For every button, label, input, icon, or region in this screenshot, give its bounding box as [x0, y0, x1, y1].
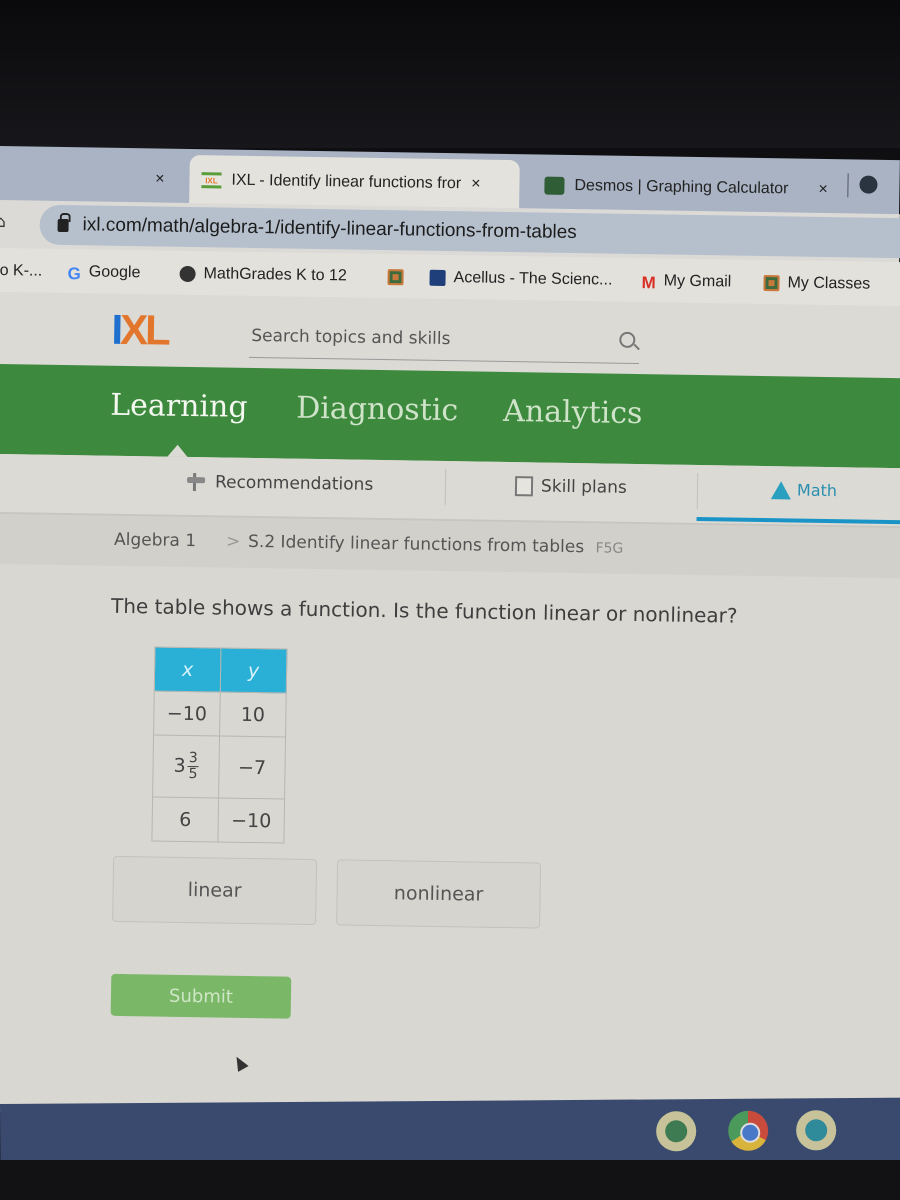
skill-title: S.2 Identify linear functions from table…: [247, 531, 585, 558]
bookmark-label: Google: [88, 263, 141, 282]
gmail-icon: M: [641, 273, 656, 293]
header-x: x: [154, 646, 221, 693]
ixl-logo[interactable]: IXL: [111, 305, 169, 354]
nav-analytics[interactable]: Analytics: [503, 394, 643, 431]
bookmark-mathgrades[interactable]: MathGrades K to 12: [179, 265, 347, 286]
ixl-page: IXL Search topics and skills Learning Di…: [0, 292, 900, 1127]
monitor-bezel-bottom: [0, 1160, 900, 1200]
classroom-app-icon[interactable]: [656, 1111, 697, 1152]
fraction-numerator: 3: [187, 750, 199, 768]
cell-x: 335: [152, 734, 220, 798]
desmos-favicon-icon: [544, 176, 565, 195]
classroom-icon: [387, 269, 404, 286]
search-icon[interactable]: [619, 331, 636, 348]
submit-button[interactable]: Submit: [110, 973, 292, 1019]
lock-icon: [57, 218, 69, 232]
main-nav: Learning Diagnostic Analytics: [0, 363, 900, 469]
classroom-icon: [763, 274, 780, 292]
math-icon: [770, 480, 792, 499]
tab-ixl[interactable]: IXL IXL - Identify linear functions fror…: [189, 154, 520, 211]
search-input[interactable]: Search topics and skills: [248, 317, 640, 365]
url-text: ixl.com/math/algebra-1/identify-linear-f…: [82, 214, 577, 244]
chrome-app-icon[interactable]: [728, 1110, 769, 1151]
table-row: 335 −7: [152, 734, 286, 800]
cell-x: 6: [151, 796, 219, 842]
table-row: −10 10: [153, 690, 287, 738]
subnav-label: Math: [796, 480, 838, 501]
bookmark-acellus[interactable]: Acellus - The Scienc...: [429, 269, 613, 290]
cell-x: −10: [153, 690, 221, 737]
cell-y: −7: [218, 736, 286, 800]
files-app-icon[interactable]: [796, 1110, 837, 1151]
bookmark-label: o K-...: [0, 261, 43, 280]
mouse-cursor-icon: [231, 1053, 249, 1072]
divider: [444, 469, 447, 506]
cell-y: 10: [219, 692, 287, 738]
monitor-bezel-top: [0, 0, 900, 148]
nav-diagnostic[interactable]: Diagnostic: [296, 391, 458, 429]
divider: [696, 472, 699, 509]
bookmark-my-classes[interactable]: My Classes: [763, 274, 870, 294]
acellus-icon: [429, 269, 446, 287]
google-icon: G: [67, 264, 81, 284]
close-icon[interactable]: ×: [155, 170, 165, 188]
tab-previous[interactable]: ×: [0, 151, 185, 205]
breadcrumb-separator: >: [225, 531, 241, 552]
bookmark-label: MathGrades K to 12: [203, 265, 347, 285]
bookmark-classroom[interactable]: [387, 269, 411, 286]
tab-separator: [847, 173, 849, 198]
tab-desmos[interactable]: Desmos | Graphing Calculator ×: [534, 160, 835, 215]
skill-plans-icon: [514, 476, 534, 497]
breadcrumb-subject[interactable]: Algebra 1: [114, 530, 196, 551]
close-icon[interactable]: ×: [471, 175, 481, 193]
bookmark-label: My Gmail: [663, 272, 732, 291]
fraction: 35: [187, 750, 199, 783]
breadcrumb-skill: S.2 Identify linear functions from table…: [248, 532, 624, 558]
bookmark-google[interactable]: G Google: [67, 263, 141, 284]
mixed-number-whole: 3: [173, 754, 186, 777]
bookmark-label: Acellus - The Scienc...: [453, 269, 613, 289]
skill-code: F5G: [595, 540, 624, 557]
active-nav-caret: [167, 444, 188, 457]
choice-linear[interactable]: linear: [112, 855, 318, 926]
search-placeholder: Search topics and skills: [251, 325, 451, 350]
choice-nonlinear[interactable]: nonlinear: [336, 859, 542, 929]
nav-learning[interactable]: Learning: [110, 388, 248, 425]
home-icon[interactable]: ⌂: [0, 212, 6, 231]
tab-title: Desmos | Graphing Calculator: [574, 177, 789, 198]
function-table: x y −10 10 335 −7 6 −10: [151, 646, 287, 844]
subnav-label: Skill plans: [540, 476, 627, 498]
subnav-recommendations[interactable]: Recommendations: [187, 471, 374, 496]
active-subnav-indicator: [696, 516, 900, 525]
subnav-skill-plans[interactable]: Skill plans: [514, 476, 627, 498]
subnav-math[interactable]: Math: [770, 480, 838, 501]
bookmark-truncated[interactable]: o K-...: [0, 262, 42, 281]
close-icon[interactable]: ×: [818, 181, 828, 199]
table-row: 6 −10: [151, 796, 285, 844]
subnav-label: Recommendations: [214, 472, 374, 495]
ixl-favicon-icon: IXL: [201, 172, 222, 189]
fraction-denominator: 5: [188, 766, 198, 783]
table-header-row: x y: [154, 646, 287, 694]
logo-xl: XL: [119, 305, 169, 354]
bookmark-label: My Classes: [787, 274, 871, 293]
bookmark-gmail[interactable]: M My Gmail: [641, 272, 732, 293]
globe-icon[interactable]: [859, 175, 878, 194]
header-y: y: [220, 648, 287, 694]
cell-y: −10: [217, 797, 285, 844]
recommendations-icon: [187, 471, 209, 493]
question-text: The table shows a function. Is the funct…: [110, 593, 738, 628]
globe-icon: [179, 265, 196, 283]
screen: × IXL IXL - Identify linear functions fr…: [0, 0, 900, 1200]
tab-title: IXL - Identify linear functions fror: [231, 171, 462, 193]
